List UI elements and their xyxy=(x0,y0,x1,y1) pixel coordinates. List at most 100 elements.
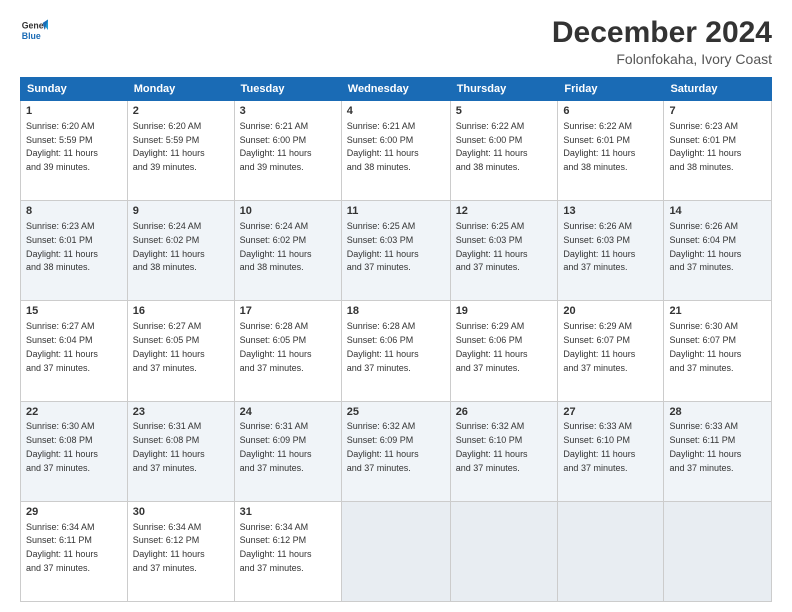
day-info: Sunrise: 6:29 AM Sunset: 6:07 PM Dayligh… xyxy=(563,321,635,372)
calendar-day-cell xyxy=(341,501,450,601)
calendar-day-cell: 1 Sunrise: 6:20 AM Sunset: 5:59 PM Daylig… xyxy=(21,101,128,201)
logo-icon: General Blue xyxy=(20,16,48,44)
header-sunday: Sunday xyxy=(21,78,128,101)
calendar-day-cell: 30Sunrise: 6:34 AM Sunset: 6:12 PM Dayli… xyxy=(127,501,234,601)
calendar-day-cell: 15 Sunrise: 6:27 AM Sunset: 6:04 PM Dayli… xyxy=(21,301,128,401)
calendar-day-cell: 3Sunrise: 6:21 AM Sunset: 6:00 PM Daylig… xyxy=(234,101,341,201)
subtitle: Folonfokaha, Ivory Coast xyxy=(552,51,772,67)
day-info: Sunrise: 6:26 AM Sunset: 6:04 PM Dayligh… xyxy=(669,221,741,272)
day-number: 22 xyxy=(26,405,122,420)
logo: General Blue xyxy=(20,16,48,44)
day-info: Sunrise: 6:31 AM Sunset: 6:08 PM Dayligh… xyxy=(133,421,205,472)
day-number: 19 xyxy=(456,304,553,319)
main-title: December 2024 xyxy=(552,16,772,49)
day-info: Sunrise: 6:32 AM Sunset: 6:09 PM Dayligh… xyxy=(347,421,419,472)
day-number: 29 xyxy=(26,505,122,520)
calendar-day-cell: 12Sunrise: 6:25 AM Sunset: 6:03 PM Dayli… xyxy=(450,201,558,301)
day-info: Sunrise: 6:20 AM Sunset: 5:59 PM Dayligh… xyxy=(26,121,98,172)
calendar-day-cell xyxy=(664,501,772,601)
calendar-week-row: 29 Sunrise: 6:34 AM Sunset: 6:11 PM Dayli… xyxy=(21,501,772,601)
calendar-day-cell: 24Sunrise: 6:31 AM Sunset: 6:09 PM Dayli… xyxy=(234,401,341,501)
day-number: 28 xyxy=(669,405,766,420)
calendar-day-cell: 10 Sunrise: 6:24 AM Sunset: 6:02 PM Dayli… xyxy=(234,201,341,301)
day-info: Sunrise: 6:26 AM Sunset: 6:03 PM Dayligh… xyxy=(563,221,635,272)
day-info: Sunrise: 6:33 AM Sunset: 6:10 PM Dayligh… xyxy=(563,421,635,472)
day-info: Sunrise: 6:32 AM Sunset: 6:10 PM Dayligh… xyxy=(456,421,528,472)
calendar-day-cell: 25Sunrise: 6:32 AM Sunset: 6:09 PM Dayli… xyxy=(341,401,450,501)
calendar-day-cell: 5 Sunrise: 6:22 AM Sunset: 6:00 PM Daylig… xyxy=(450,101,558,201)
day-number: 16 xyxy=(133,304,229,319)
calendar-table: Sunday Monday Tuesday Wednesday Thursday… xyxy=(20,77,772,602)
header-friday: Friday xyxy=(558,78,664,101)
day-number: 9 xyxy=(133,204,229,219)
day-info: Sunrise: 6:28 AM Sunset: 6:05 PM Dayligh… xyxy=(240,321,312,372)
calendar-day-cell: 20Sunrise: 6:29 AM Sunset: 6:07 PM Dayli… xyxy=(558,301,664,401)
calendar-day-cell: 31 Sunrise: 6:34 AM Sunset: 6:12 PM Dayli… xyxy=(234,501,341,601)
day-info: Sunrise: 6:33 AM Sunset: 6:11 PM Dayligh… xyxy=(669,421,741,472)
day-number: 13 xyxy=(563,204,658,219)
title-block: December 2024 Folonfokaha, Ivory Coast xyxy=(552,16,772,67)
day-number: 31 xyxy=(240,505,336,520)
day-info: Sunrise: 6:23 AM Sunset: 6:01 PM Dayligh… xyxy=(669,121,741,172)
day-number: 15 xyxy=(26,304,122,319)
calendar-day-cell: 8 Sunrise: 6:23 AM Sunset: 6:01 PM Daylig… xyxy=(21,201,128,301)
day-number: 17 xyxy=(240,304,336,319)
day-number: 23 xyxy=(133,405,229,420)
day-info: Sunrise: 6:30 AM Sunset: 6:07 PM Dayligh… xyxy=(669,321,741,372)
day-number: 5 xyxy=(456,104,553,119)
calendar-day-cell: 28Sunrise: 6:33 AM Sunset: 6:11 PM Dayli… xyxy=(664,401,772,501)
day-number: 1 xyxy=(26,104,122,119)
calendar-day-cell: 29 Sunrise: 6:34 AM Sunset: 6:11 PM Dayli… xyxy=(21,501,128,601)
header-monday: Monday xyxy=(127,78,234,101)
day-info: Sunrise: 6:27 AM Sunset: 6:05 PM Dayligh… xyxy=(133,321,205,372)
day-number: 21 xyxy=(669,304,766,319)
header-thursday: Thursday xyxy=(450,78,558,101)
calendar-day-cell: 6Sunrise: 6:22 AM Sunset: 6:01 PM Daylig… xyxy=(558,101,664,201)
day-info: Sunrise: 6:22 AM Sunset: 6:01 PM Dayligh… xyxy=(563,121,635,172)
day-number: 27 xyxy=(563,405,658,420)
page: General Blue December 2024 Folonfokaha, … xyxy=(0,0,792,612)
svg-text:Blue: Blue xyxy=(22,31,41,41)
day-number: 8 xyxy=(26,204,122,219)
calendar-day-cell: 19 Sunrise: 6:29 AM Sunset: 6:06 PM Dayli… xyxy=(450,301,558,401)
day-number: 14 xyxy=(669,204,766,219)
calendar-day-cell: 16 Sunrise: 6:27 AM Sunset: 6:05 PM Dayli… xyxy=(127,301,234,401)
day-number: 30 xyxy=(133,505,229,520)
day-info: Sunrise: 6:24 AM Sunset: 6:02 PM Dayligh… xyxy=(133,221,205,272)
calendar-day-cell: 7Sunrise: 6:23 AM Sunset: 6:01 PM Daylig… xyxy=(664,101,772,201)
day-info: Sunrise: 6:21 AM Sunset: 6:00 PM Dayligh… xyxy=(347,121,419,172)
calendar-day-cell: 9 Sunrise: 6:24 AM Sunset: 6:02 PM Daylig… xyxy=(127,201,234,301)
header-saturday: Saturday xyxy=(664,78,772,101)
day-number: 2 xyxy=(133,104,229,119)
day-info: Sunrise: 6:29 AM Sunset: 6:06 PM Dayligh… xyxy=(456,321,528,372)
calendar-day-cell: 2 Sunrise: 6:20 AM Sunset: 5:59 PM Daylig… xyxy=(127,101,234,201)
header: General Blue December 2024 Folonfokaha, … xyxy=(20,16,772,67)
day-number: 4 xyxy=(347,104,445,119)
day-info: Sunrise: 6:27 AM Sunset: 6:04 PM Dayligh… xyxy=(26,321,98,372)
calendar-day-cell: 18 Sunrise: 6:28 AM Sunset: 6:06 PM Dayli… xyxy=(341,301,450,401)
day-info: Sunrise: 6:20 AM Sunset: 5:59 PM Dayligh… xyxy=(133,121,205,172)
calendar-day-cell: 11 Sunrise: 6:25 AM Sunset: 6:03 PM Dayli… xyxy=(341,201,450,301)
calendar-day-cell: 22Sunrise: 6:30 AM Sunset: 6:08 PM Dayli… xyxy=(21,401,128,501)
calendar-day-cell: 26Sunrise: 6:32 AM Sunset: 6:10 PM Dayli… xyxy=(450,401,558,501)
day-info: Sunrise: 6:23 AM Sunset: 6:01 PM Dayligh… xyxy=(26,221,98,272)
day-number: 18 xyxy=(347,304,445,319)
day-number: 12 xyxy=(456,204,553,219)
calendar-week-row: 22Sunrise: 6:30 AM Sunset: 6:08 PM Dayli… xyxy=(21,401,772,501)
day-info: Sunrise: 6:34 AM Sunset: 6:12 PM Dayligh… xyxy=(240,522,312,573)
calendar-day-cell: 23Sunrise: 6:31 AM Sunset: 6:08 PM Dayli… xyxy=(127,401,234,501)
day-number: 24 xyxy=(240,405,336,420)
calendar-day-cell: 14 Sunrise: 6:26 AM Sunset: 6:04 PM Dayli… xyxy=(664,201,772,301)
day-info: Sunrise: 6:28 AM Sunset: 6:06 PM Dayligh… xyxy=(347,321,419,372)
day-info: Sunrise: 6:24 AM Sunset: 6:02 PM Dayligh… xyxy=(240,221,312,272)
header-wednesday: Wednesday xyxy=(341,78,450,101)
day-info: Sunrise: 6:25 AM Sunset: 6:03 PM Dayligh… xyxy=(347,221,419,272)
day-number: 10 xyxy=(240,204,336,219)
day-info: Sunrise: 6:22 AM Sunset: 6:00 PM Dayligh… xyxy=(456,121,528,172)
calendar-day-cell xyxy=(450,501,558,601)
day-number: 11 xyxy=(347,204,445,219)
calendar-week-row: 8 Sunrise: 6:23 AM Sunset: 6:01 PM Daylig… xyxy=(21,201,772,301)
day-info: Sunrise: 6:34 AM Sunset: 6:11 PM Dayligh… xyxy=(26,522,98,573)
day-info: Sunrise: 6:31 AM Sunset: 6:09 PM Dayligh… xyxy=(240,421,312,472)
calendar-day-cell: 21 Sunrise: 6:30 AM Sunset: 6:07 PM Dayli… xyxy=(664,301,772,401)
